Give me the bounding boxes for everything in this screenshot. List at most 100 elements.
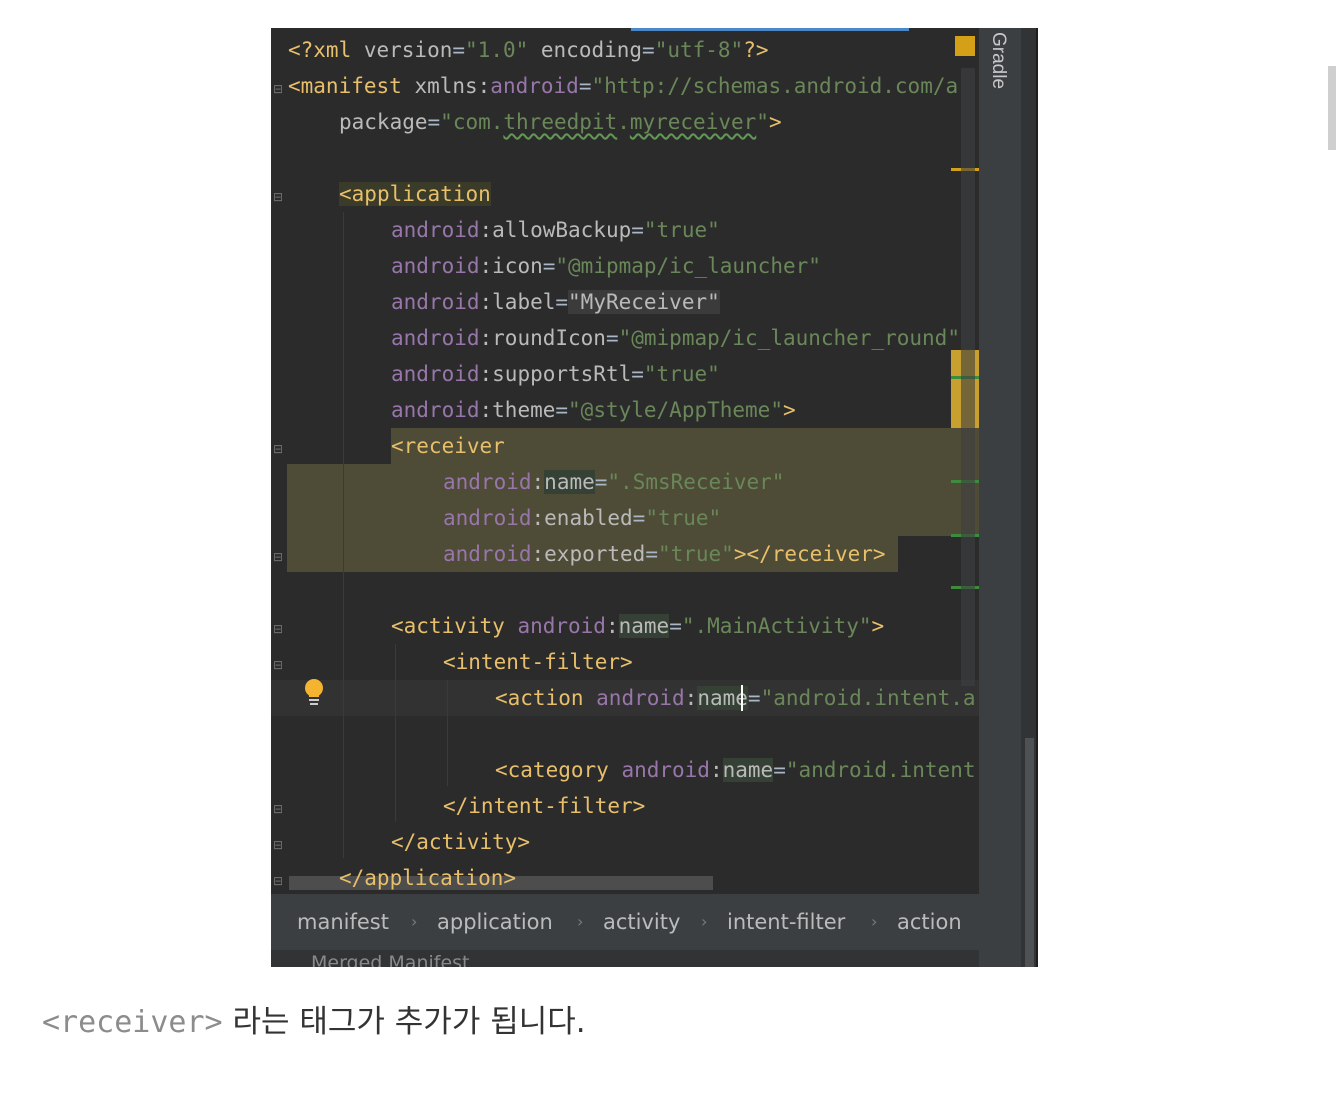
value-typo: myreceiver (629, 110, 757, 134)
chevron-right-icon: › (871, 912, 878, 931)
warning-marker[interactable] (955, 36, 975, 56)
code-line-12: <receiver (391, 428, 505, 464)
tag-close: ?> (743, 38, 769, 62)
colon: : (709, 758, 723, 782)
attr: :icon (479, 254, 543, 278)
code-line-6: android:allowBackup="true" (391, 212, 720, 248)
namespace: android (391, 362, 480, 386)
value: "android.intent.a (760, 686, 976, 710)
indent-guide (343, 212, 344, 858)
caption-text: 라는 태그가 추가가 됩니다. (222, 1004, 586, 1040)
xml-code-editor[interactable]: ⊟ ⊟ ⊟ ⊟ ⊟ ⊟ ⊟ ⊟ ⊟ <?xml version="1.0" en… (271, 28, 979, 894)
attr-highlighted: na (697, 686, 723, 710)
code-line-14: android:enabled="true" (443, 500, 721, 536)
namespace: android (391, 218, 480, 242)
lightbulb-icon[interactable] (303, 678, 325, 708)
fold-arrow-icon[interactable]: ⊟ (271, 622, 285, 636)
namespace: android (596, 686, 685, 710)
value-typo: threedpit (503, 110, 618, 134)
value: "android.intent (785, 758, 976, 782)
eq: = (631, 218, 644, 242)
value: "1.0" (465, 38, 529, 62)
namespace: android (391, 326, 480, 350)
value: "com. (440, 110, 504, 134)
caption-code: <receiver> (42, 1005, 223, 1040)
value: "true" (645, 506, 722, 530)
attr: :allowBackup (479, 218, 632, 242)
attr: :exported (531, 542, 646, 566)
fold-arrow-icon[interactable]: ⊟ (271, 658, 285, 672)
attr: encoding (528, 38, 643, 62)
breadcrumb-item-manifest[interactable]: manifest (297, 908, 389, 936)
value: ".SmsReceiver" (607, 470, 785, 494)
attr: :enabled (531, 506, 633, 530)
value: "true" (643, 362, 720, 386)
fold-arrow-icon[interactable]: ⊟ (271, 838, 285, 852)
code-line-13: android:name=".SmsReceiver" (443, 464, 784, 500)
tag-close: > (782, 398, 796, 422)
text-caret (741, 685, 743, 711)
code-line-21: <category android:name="android.intent (495, 752, 976, 788)
value: "@style/AppTheme" (568, 398, 783, 422)
code-line-23: </activity> (391, 824, 530, 860)
page-caption: <receiver> 라는 태그가 추가가 됩니다. (42, 996, 586, 1041)
fold-arrow-icon[interactable]: ⊟ (271, 550, 285, 564)
colon: : (531, 470, 545, 494)
attr: package (339, 110, 428, 134)
breadcrumb-item-intent-filter[interactable]: intent-filter (727, 908, 845, 936)
fold-arrow-icon[interactable]: ⊟ (271, 874, 285, 888)
code-line-1: <?xml version="1.0" encoding="utf-8"?> (288, 32, 769, 68)
colon: : (605, 614, 619, 638)
attr-highlighted: name (722, 758, 774, 782)
namespace: android (517, 614, 606, 638)
eq: = (632, 506, 646, 530)
tab-merged-manifest[interactable]: Merged Manifest (311, 952, 470, 967)
chevron-right-icon: › (411, 912, 418, 931)
breadcrumb-item-application[interactable]: application (437, 908, 553, 936)
attr: :theme (479, 398, 556, 422)
tag: <category (495, 758, 622, 782)
value: . (617, 110, 630, 134)
chevron-right-icon: › (701, 912, 708, 931)
tag: <receiver (391, 434, 505, 458)
fold-arrow-icon[interactable]: ⊟ (271, 190, 285, 204)
tag: <manifest (288, 74, 415, 98)
fold-arrow-icon[interactable]: ⊟ (271, 802, 285, 816)
bottom-tab-strip: Merged Manifest (271, 950, 979, 967)
tag-close: > (768, 110, 782, 134)
attr: :supportsRtl (479, 362, 632, 386)
code-line-3: package="com.threedpit.myreceiver"> (339, 104, 782, 140)
fold-arrow-icon[interactable]: ⊟ (271, 82, 285, 96)
vertical-scrollbar[interactable] (961, 68, 975, 686)
eq: = (645, 542, 658, 566)
chevron-right-icon: › (577, 912, 584, 931)
value: "@mipmap/ic_launcher" (555, 254, 821, 278)
gradle-tool-button[interactable]: Gradle (987, 32, 1009, 112)
eq: = (631, 362, 644, 386)
code-line-11: android:theme="@style/AppTheme"> (391, 392, 796, 428)
attr: xmlns: (414, 74, 491, 98)
code-line-2: <manifest xmlns:android="http://schemas.… (288, 68, 958, 104)
namespace: android (621, 758, 710, 782)
xml-declaration: <?xml (288, 38, 364, 62)
eq: = (452, 38, 466, 62)
breadcrumb: manifest › application › activity › inte… (271, 894, 979, 950)
code-line-8: android:label="MyReceiver" (391, 284, 720, 320)
eq: = (555, 398, 569, 422)
fold-arrow-icon[interactable]: ⊟ (271, 442, 285, 456)
namespace: android (443, 506, 532, 530)
tag: <activity (391, 614, 518, 638)
attr: :label (479, 290, 556, 314)
fold-gutter: ⊟ ⊟ ⊟ ⊟ ⊟ ⊟ ⊟ ⊟ ⊟ (271, 28, 287, 894)
breadcrumb-item-activity[interactable]: activity (603, 908, 680, 936)
eq: = (594, 470, 608, 494)
value-folded: "MyReceiver" (568, 290, 720, 314)
colon: : (684, 686, 698, 710)
eq: = (605, 326, 619, 350)
outer-scrollbar-thumb[interactable] (1025, 738, 1034, 967)
tag: </activity> (391, 830, 531, 854)
eq: = (578, 74, 592, 98)
page-scrollbar[interactable] (1328, 66, 1336, 150)
breadcrumb-item-action[interactable]: action (897, 908, 962, 936)
indent-guide (395, 644, 396, 822)
